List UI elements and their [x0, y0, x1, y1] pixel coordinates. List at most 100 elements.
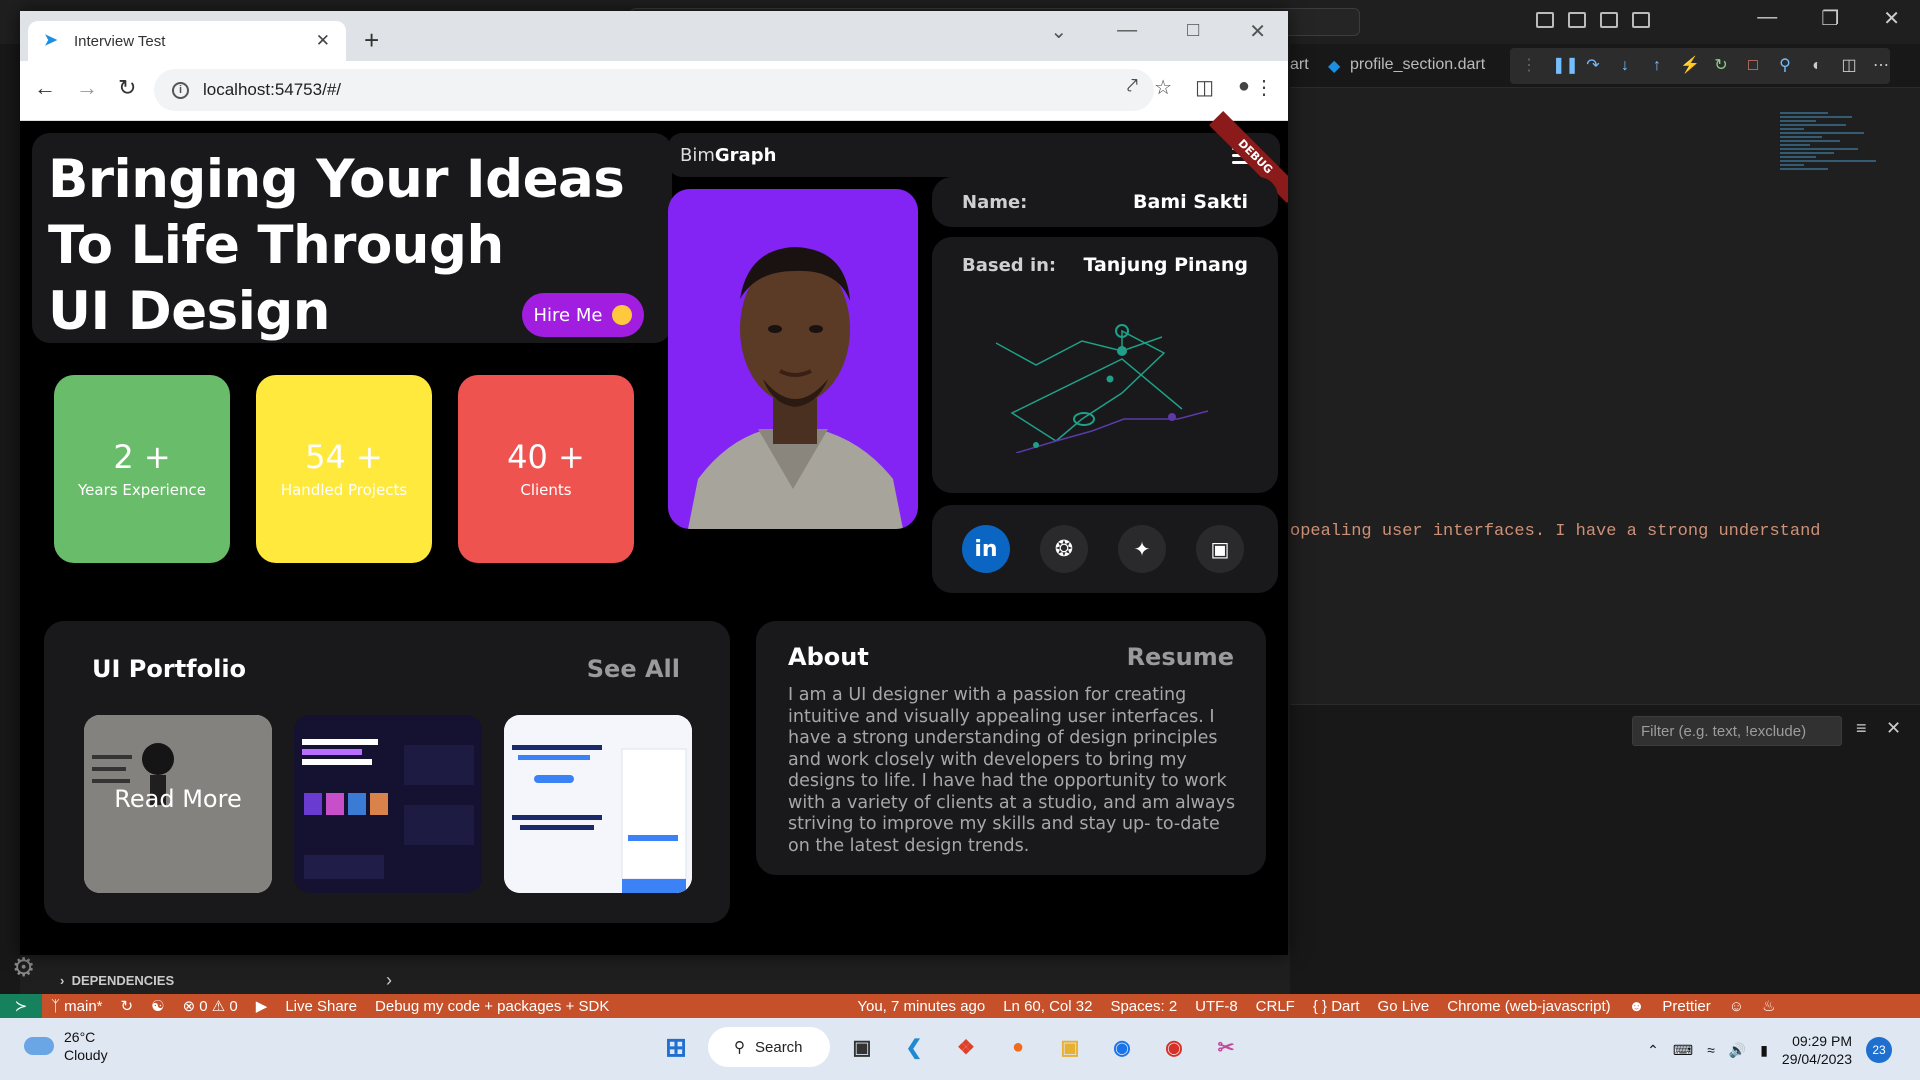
- weather-widget[interactable]: 26°C Cloudy: [24, 1028, 108, 1064]
- notification-badge[interactable]: 23: [1866, 1037, 1892, 1063]
- figma-icon[interactable]: ❖: [946, 1027, 986, 1067]
- indentation-status[interactable]: Spaces: 2: [1101, 998, 1186, 1015]
- inspect-icon[interactable]: ⚲: [1776, 57, 1794, 75]
- git-blame-status[interactable]: You, 7 minutes ago: [848, 998, 994, 1015]
- hero-line-1: Bringing Your Ideas: [48, 149, 625, 210]
- chevron-right-icon[interactable]: ›: [386, 970, 392, 991]
- step-over-icon[interactable]: ↷: [1584, 57, 1602, 75]
- minimize-icon[interactable]: —: [1117, 19, 1137, 44]
- dependencies-section[interactable]: › DEPENDENCIES: [60, 968, 370, 994]
- eol-status[interactable]: CRLF: [1247, 998, 1304, 1015]
- editor-tab-profile-section[interactable]: profile_section.dart: [1350, 56, 1485, 74]
- devtools-icon[interactable]: ◐: [1808, 57, 1826, 75]
- step-into-icon[interactable]: ↓: [1616, 57, 1634, 75]
- drag-handle-icon[interactable]: ⋮: [1520, 57, 1538, 75]
- chrome-menu-icon[interactable]: ⋮: [1254, 75, 1274, 100]
- waving-hand-icon: [612, 305, 633, 325]
- branch-status[interactable]: ᛉ main*: [42, 998, 112, 1015]
- live-share-status[interactable]: Live Share: [276, 998, 366, 1015]
- prettier-status[interactable]: Prettier: [1653, 998, 1719, 1015]
- restore-icon[interactable]: ❐: [1821, 6, 1839, 31]
- language-status[interactable]: { } Dart: [1304, 998, 1369, 1015]
- linkedin-icon[interactable]: in: [962, 525, 1010, 573]
- chevron-up-icon[interactable]: ⌃: [1647, 1042, 1659, 1059]
- portfolio-thumb-1[interactable]: Read More: [84, 715, 272, 893]
- file-explorer-icon[interactable]: ▣: [1050, 1027, 1090, 1067]
- feedback-icon[interactable]: ☺: [1720, 998, 1753, 1015]
- settings-gear-icon[interactable]: ⚙: [12, 952, 35, 983]
- minimize-icon[interactable]: —: [1757, 6, 1777, 31]
- twitter-icon[interactable]: ✦: [1118, 525, 1166, 573]
- stop-icon[interactable]: □: [1744, 57, 1762, 75]
- reload-icon[interactable]: ↻: [118, 75, 136, 101]
- hire-me-button[interactable]: Hire Me: [522, 293, 644, 337]
- filter-input[interactable]: Filter (e.g. text, !exclude): [1632, 716, 1842, 746]
- hot-reload-icon[interactable]: ⚡: [1680, 57, 1700, 75]
- close-icon[interactable]: ✕: [1883, 6, 1900, 31]
- remote-icon[interactable]: ≻: [0, 994, 42, 1018]
- word-wrap-icon[interactable]: ≡: [1856, 718, 1867, 739]
- resume-link[interactable]: Resume: [1127, 643, 1234, 671]
- profile-icon[interactable]: ●: [1238, 75, 1250, 98]
- vscode-icon[interactable]: ❮: [894, 1027, 934, 1067]
- customize-layout-icon[interactable]: [1632, 12, 1650, 28]
- go-live-status[interactable]: Go Live: [1369, 998, 1439, 1015]
- sync-icon[interactable]: ↻: [112, 997, 143, 1015]
- hire-me-label: Hire Me: [533, 304, 603, 326]
- instagram-icon[interactable]: ▣: [1196, 525, 1244, 573]
- battery-icon[interactable]: ▮: [1760, 1042, 1768, 1059]
- minimap[interactable]: [1780, 110, 1900, 270]
- debug-icon[interactable]: ▶: [247, 997, 277, 1015]
- restart-icon[interactable]: ↻: [1712, 57, 1730, 75]
- close-panel-icon[interactable]: ✕: [1886, 718, 1901, 739]
- copilot-icon[interactable]: ☻: [1620, 998, 1654, 1015]
- address-bar[interactable]: i localhost:54753/#/: [154, 69, 1154, 111]
- browser-tab-title: Interview Test: [74, 32, 166, 50]
- keyboard-icon[interactable]: ⌨: [1673, 1042, 1693, 1059]
- portfolio-thumb-2[interactable]: [294, 715, 482, 893]
- chrome-profile-icon[interactable]: ◉: [1102, 1027, 1142, 1067]
- toggle-panel-icon[interactable]: [1568, 12, 1586, 28]
- see-all-link[interactable]: See All: [587, 655, 680, 683]
- portfolio-thumb-3[interactable]: [504, 715, 692, 893]
- taskbar-search[interactable]: ⚲ Search: [708, 1027, 830, 1067]
- editor-code-line[interactable]: opealing user interfaces. I have a stron…: [1290, 522, 1821, 541]
- dribbble-icon[interactable]: ❂: [1040, 525, 1088, 573]
- start-icon[interactable]: ⊞: [656, 1027, 696, 1067]
- close-icon[interactable]: ✕: [1249, 19, 1266, 44]
- tab-search-icon[interactable]: ⌄: [1050, 19, 1067, 44]
- task-view-icon[interactable]: ▣: [842, 1027, 882, 1067]
- toggle-sidebar-icon[interactable]: [1536, 12, 1554, 28]
- site-info-icon[interactable]: i: [172, 81, 189, 99]
- encoding-status[interactable]: UTF-8: [1186, 998, 1247, 1015]
- name-card: Name: Bami Sakti: [932, 177, 1278, 227]
- bell-icon[interactable]: ♨: [1753, 997, 1784, 1015]
- more-actions-icon[interactable]: ⋯: [1872, 57, 1890, 75]
- close-tab-icon[interactable]: ✕: [316, 31, 330, 51]
- about-description: I am a UI designer with a passion for cr…: [788, 685, 1236, 856]
- side-panel-icon[interactable]: ◫: [1195, 75, 1214, 100]
- toggle-secondary-sidebar-icon[interactable]: [1600, 12, 1618, 28]
- postman-icon[interactable]: ●: [998, 1027, 1038, 1067]
- snipping-tool-icon[interactable]: ✂: [1206, 1027, 1246, 1067]
- bookmark-star-icon[interactable]: ☆: [1154, 75, 1172, 100]
- new-tab-icon[interactable]: +: [364, 25, 379, 56]
- chrome-icon[interactable]: ◉: [1154, 1027, 1194, 1067]
- pause-icon[interactable]: ❚❚: [1552, 57, 1579, 75]
- step-out-icon[interactable]: ↑: [1648, 57, 1666, 75]
- back-icon[interactable]: ←: [34, 75, 56, 101]
- device-status[interactable]: Chrome (web-javascript): [1438, 998, 1619, 1015]
- maximize-icon[interactable]: □: [1187, 19, 1199, 44]
- editor-tab[interactable]: art: [1290, 56, 1309, 74]
- debug-config-status[interactable]: Debug my code + packages + SDK: [366, 998, 618, 1015]
- cursor-position-status[interactable]: Ln 60, Col 32: [994, 998, 1101, 1015]
- wifi-icon[interactable]: ≈: [1707, 1042, 1715, 1058]
- clock[interactable]: 09:29 PM 29/04/2023: [1782, 1032, 1852, 1068]
- browser-tab[interactable]: ➤ Interview Test ✕: [28, 21, 346, 61]
- problems-status[interactable]: ⊗ 0 ⚠ 0: [174, 997, 247, 1015]
- split-editor-icon[interactable]: ◫: [1840, 57, 1858, 75]
- git-graph-icon[interactable]: ☯: [142, 997, 173, 1015]
- volume-icon[interactable]: 🔊: [1729, 1042, 1746, 1059]
- forward-icon[interactable]: →: [76, 75, 98, 101]
- share-icon[interactable]: ⤤: [1127, 75, 1138, 98]
